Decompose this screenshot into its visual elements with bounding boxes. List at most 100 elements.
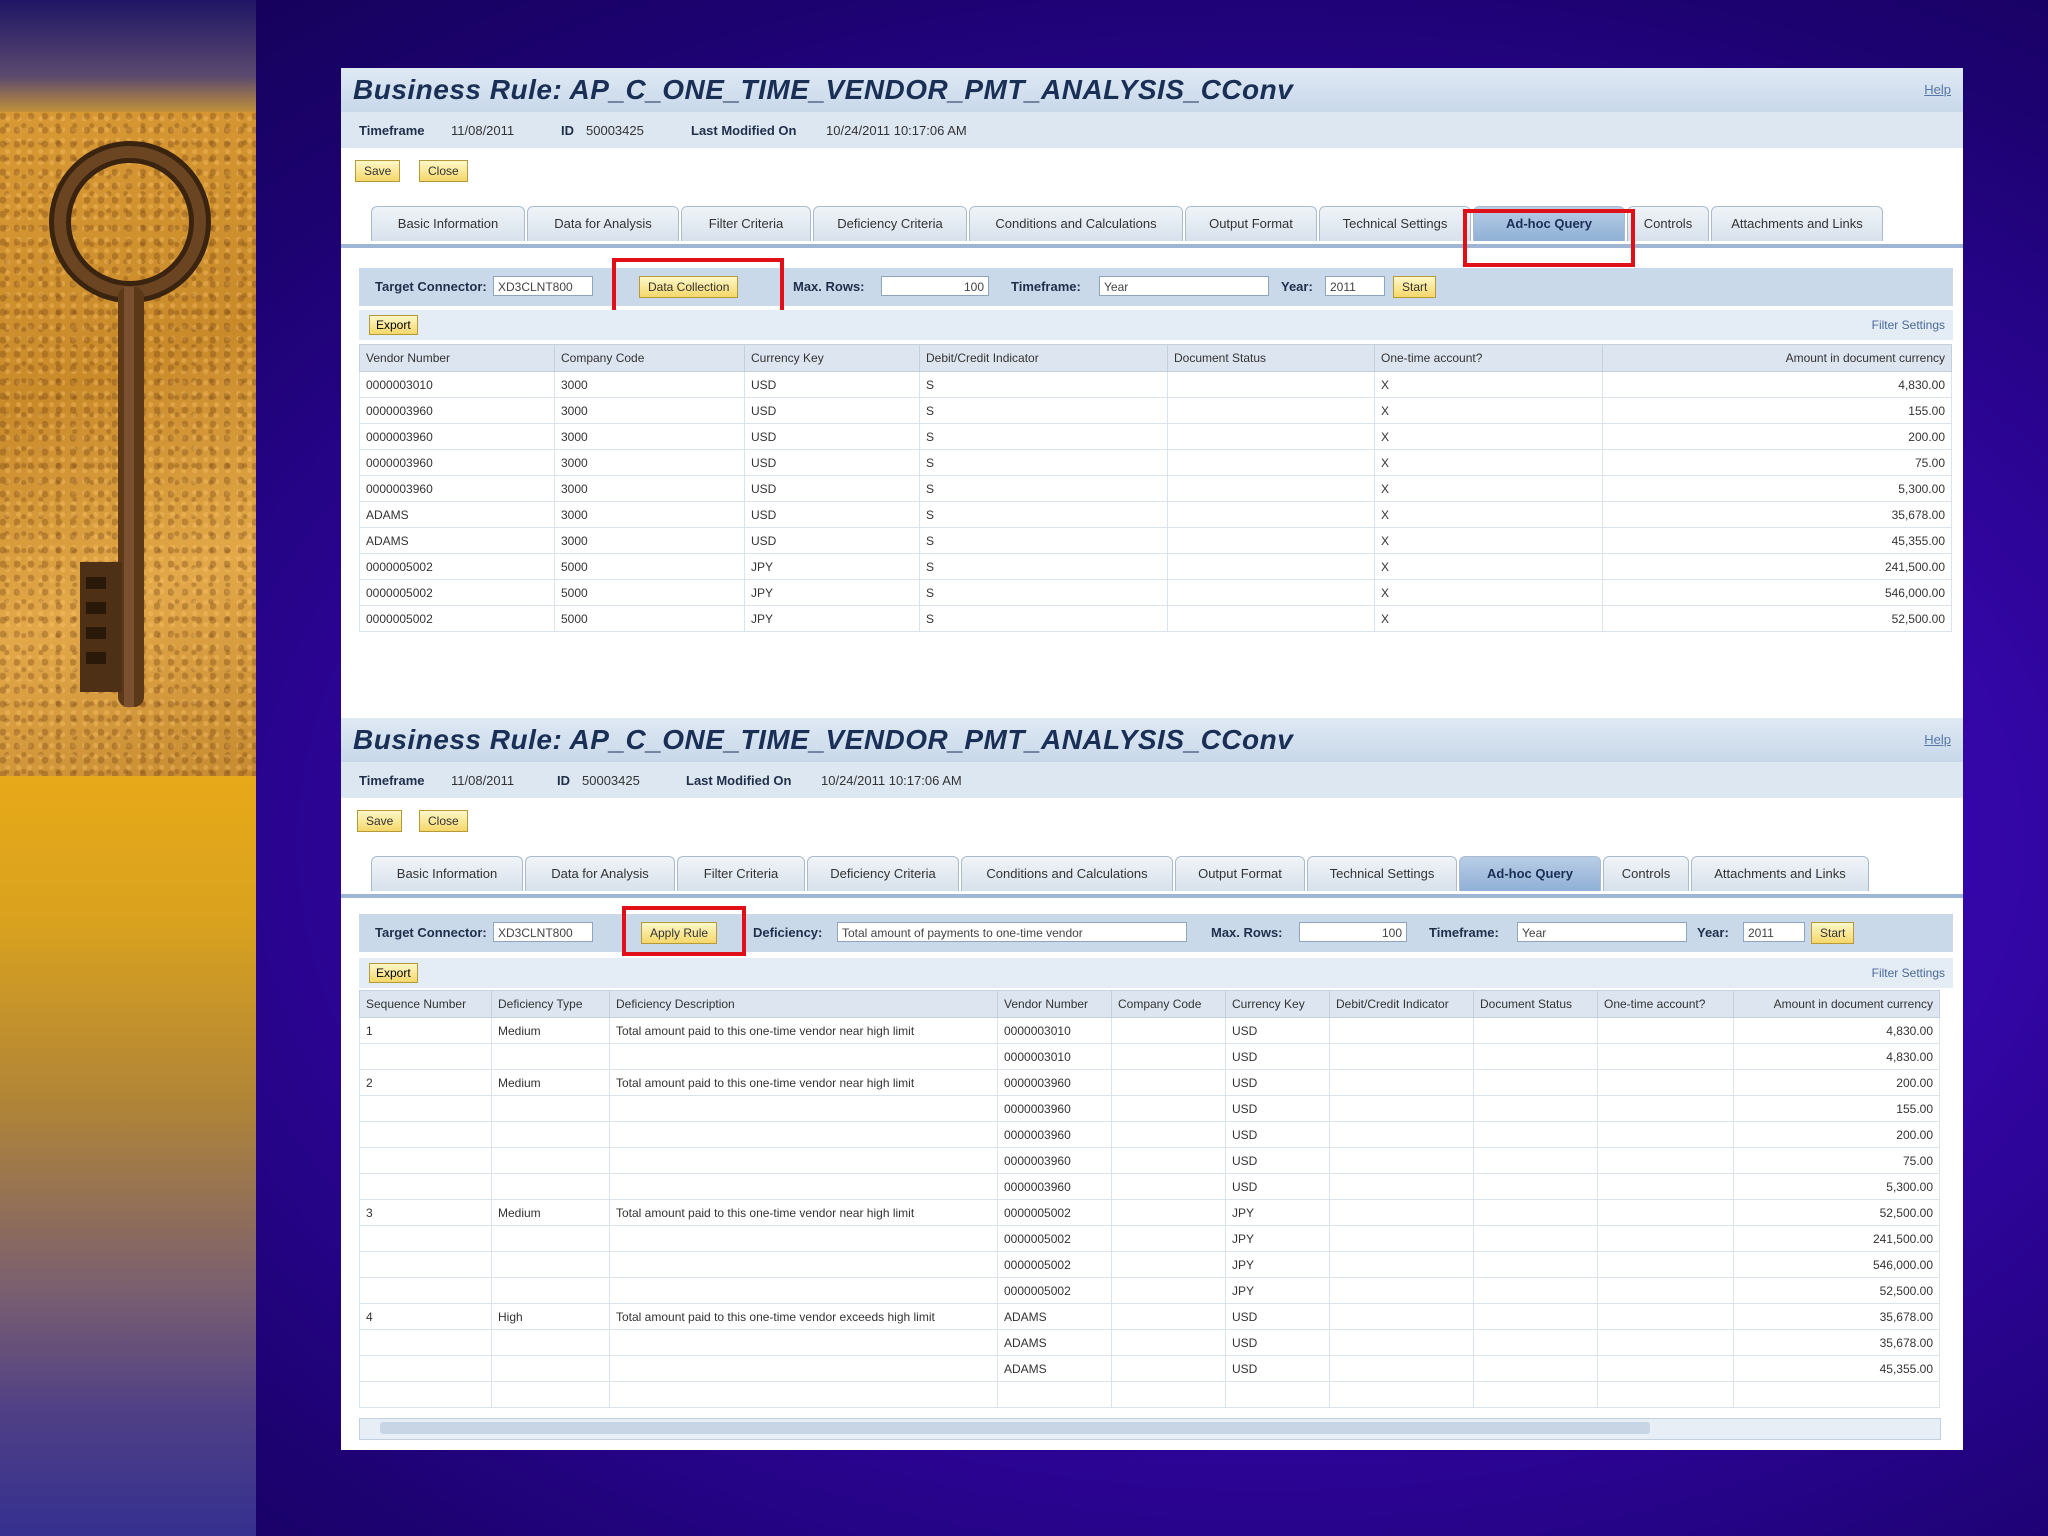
table-cell: S [919, 397, 1168, 424]
tab-filter-criteria[interactable]: Filter Criteria [677, 856, 805, 891]
table-cell [359, 1121, 492, 1148]
max-rows-input[interactable]: 100 [881, 276, 989, 296]
tab-data-for-analysis[interactable]: Data for Analysis [527, 206, 679, 241]
tab-technical-settings[interactable]: Technical Settings [1319, 206, 1471, 241]
start-button[interactable]: Start [1811, 922, 1855, 944]
table-row[interactable]: 0000003960 USD 155.00 [359, 1095, 1940, 1122]
tab-output-format[interactable]: Output Format [1185, 206, 1317, 241]
table-row[interactable]: 0000005002 JPY 241,500.00 [359, 1225, 1940, 1252]
column-header[interactable]: Deficiency Type [491, 990, 610, 1018]
tab-output-format[interactable]: Output Format [1175, 856, 1305, 891]
table-row[interactable]: 0000003960 3000 USD S X 155.00 [359, 397, 1952, 424]
tab-basic-information[interactable]: Basic Information [371, 206, 525, 241]
close-button[interactable]: Close [419, 160, 468, 182]
save-button[interactable]: Save [355, 160, 401, 182]
table-row[interactable]: ADAMS 3000 USD S X 45,355.00 [359, 527, 1952, 554]
tab-attachments-and-links[interactable]: Attachments and Links [1711, 206, 1883, 241]
column-header[interactable]: One-time account? [1374, 344, 1603, 372]
column-header[interactable]: Currency Key [744, 344, 920, 372]
table-cell: 0000003960 [359, 449, 555, 476]
column-header[interactable]: Company Code [554, 344, 745, 372]
table-cell: 5,300.00 [1733, 1173, 1940, 1200]
table-cell [609, 1329, 998, 1356]
column-header[interactable]: Debit/Credit Indicator [1329, 990, 1474, 1018]
tab-data-for-analysis[interactable]: Data for Analysis [525, 856, 675, 891]
table-cell: X [1374, 553, 1603, 580]
close-button[interactable]: Close [419, 810, 468, 832]
column-header[interactable]: Document Status [1167, 344, 1375, 372]
table-row[interactable]: 0000003960 3000 USD S X 75.00 [359, 449, 1952, 476]
table-row[interactable]: 4 High Total amount paid to this one-time … [359, 1303, 1940, 1330]
table-row[interactable]: 0000005002 JPY 546,000.00 [359, 1251, 1940, 1278]
table-row[interactable]: 0000003010 USD 4,830.00 [359, 1043, 1940, 1070]
table-row[interactable]: ADAMS 3000 USD S X 35,678.00 [359, 501, 1952, 528]
column-header[interactable]: Company Code [1111, 990, 1226, 1018]
tab-conditions-and-calculations[interactable]: Conditions and Calculations [961, 856, 1173, 891]
tab-controls[interactable]: Controls [1603, 856, 1689, 891]
table-cell [491, 1381, 610, 1408]
table-row[interactable]: 0000003960 USD 200.00 [359, 1121, 1940, 1148]
target-connector-select[interactable]: XD3CLNT800 [493, 922, 593, 942]
tab-filter-criteria[interactable]: Filter Criteria [681, 206, 811, 241]
scrollbar-thumb[interactable] [380, 1422, 1650, 1434]
max-rows-input[interactable]: 100 [1299, 922, 1407, 942]
timeframe-select[interactable]: Year [1517, 922, 1687, 942]
column-header[interactable]: Sequence Number [359, 990, 492, 1018]
table-row[interactable]: 0000005002 5000 JPY S X 546,000.00 [359, 579, 1952, 606]
tab-technical-settings[interactable]: Technical Settings [1307, 856, 1457, 891]
table-row[interactable]: 2 Medium Total amount paid to this one-tim… [359, 1069, 1940, 1096]
export-button[interactable]: Export [369, 315, 418, 335]
table-cell [1111, 1017, 1226, 1044]
table-row[interactable]: 1 Medium Total amount paid to this one-tim… [359, 1017, 1940, 1044]
table-row[interactable]: 0000005002 5000 JPY S X 52,500.00 [359, 605, 1952, 632]
table-cell: 241,500.00 [1733, 1225, 1940, 1252]
tab-conditions-and-calculations[interactable]: Conditions and Calculations [969, 206, 1183, 241]
column-header[interactable]: Debit/Credit Indicator [919, 344, 1168, 372]
table-row[interactable]: 3 Medium Total amount paid to this one-tim… [359, 1199, 1940, 1226]
table-cell: Medium [491, 1017, 610, 1044]
tab-deficiency-criteria[interactable]: Deficiency Criteria [807, 856, 959, 891]
tab-ad-hoc-query[interactable]: Ad-hoc Query [1459, 856, 1601, 891]
column-header[interactable]: Vendor Number [997, 990, 1112, 1018]
column-header[interactable]: Vendor Number [359, 344, 555, 372]
table-row[interactable]: 0000003960 USD 75.00 [359, 1147, 1940, 1174]
help-link[interactable]: Help [1924, 732, 1951, 747]
help-link[interactable]: Help [1924, 82, 1951, 97]
column-header[interactable]: Amount in document currency [1733, 990, 1940, 1018]
start-button[interactable]: Start [1393, 276, 1437, 298]
table-cell [491, 1277, 610, 1304]
filter-settings-link[interactable]: Filter Settings [1872, 966, 1945, 980]
table-cell: 3000 [554, 449, 745, 476]
export-button[interactable]: Export [369, 963, 418, 983]
column-header[interactable]: Currency Key [1225, 990, 1330, 1018]
tab-basic-information[interactable]: Basic Information [371, 856, 523, 891]
year-select[interactable]: 2011 [1743, 922, 1805, 942]
table-cell: 52,500.00 [1733, 1199, 1940, 1226]
column-header[interactable]: Document Status [1473, 990, 1598, 1018]
table-row[interactable]: ADAMS USD 35,678.00 [359, 1329, 1940, 1356]
table-row[interactable]: 0000003010 3000 USD S X 4,830.00 [359, 371, 1952, 398]
table-cell [359, 1355, 492, 1382]
table-cell [1111, 1147, 1226, 1174]
table-row[interactable]: 0000005002 JPY 52,500.00 [359, 1277, 1940, 1304]
timeframe-select[interactable]: Year [1099, 276, 1269, 296]
deficiency-select[interactable]: Total amount of payments to one-time ven… [837, 922, 1187, 942]
column-header[interactable]: Deficiency Description [609, 990, 998, 1018]
tab-controls[interactable]: Controls [1627, 206, 1709, 241]
column-header[interactable]: Amount in document currency [1602, 344, 1952, 372]
horizontal-scrollbar[interactable] [359, 1418, 1941, 1440]
tab-attachments-and-links[interactable]: Attachments and Links [1691, 856, 1869, 891]
target-connector-select[interactable]: XD3CLNT800 [493, 276, 593, 296]
table-row[interactable]: ADAMS USD 45,355.00 [359, 1355, 1940, 1382]
table-cell [1329, 1147, 1474, 1174]
tab-deficiency-criteria[interactable]: Deficiency Criteria [813, 206, 967, 241]
column-header[interactable]: One-time account? [1597, 990, 1734, 1018]
table-row[interactable]: 0000003960 USD 5,300.00 [359, 1173, 1940, 1200]
table-row[interactable] [359, 1381, 1940, 1408]
table-row[interactable]: 0000003960 3000 USD S X 5,300.00 [359, 475, 1952, 502]
year-select[interactable]: 2011 [1325, 276, 1385, 296]
table-row[interactable]: 0000005002 5000 JPY S X 241,500.00 [359, 553, 1952, 580]
save-button[interactable]: Save [357, 810, 403, 832]
table-row[interactable]: 0000003960 3000 USD S X 200.00 [359, 423, 1952, 450]
filter-settings-link[interactable]: Filter Settings [1872, 318, 1945, 332]
